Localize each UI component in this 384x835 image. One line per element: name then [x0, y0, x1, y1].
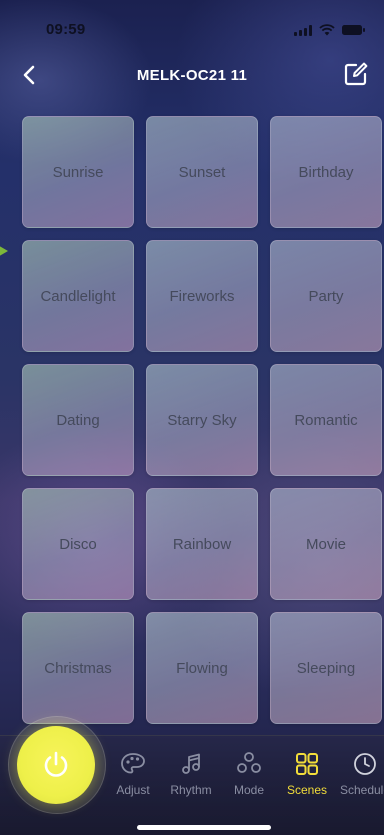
- scene-tile-movie[interactable]: Movie: [270, 488, 382, 600]
- tab-scenes[interactable]: Scenes: [278, 750, 336, 797]
- pointer-arrow-marker: [0, 244, 8, 258]
- scenes-screen: 09:59 MELK-OC21 11 Sunrise Sunset Birthd…: [0, 0, 384, 835]
- power-button[interactable]: [17, 726, 95, 804]
- status-bar: 09:59: [0, 0, 384, 44]
- tab-label: Adjust: [116, 783, 150, 797]
- scene-label: Romantic: [294, 411, 358, 429]
- nav-bar: MELK-OC21 11: [0, 58, 384, 92]
- palette-icon: [121, 753, 145, 774]
- scene-label: Movie: [305, 535, 346, 553]
- scene-tile-dating[interactable]: Dating: [22, 364, 134, 476]
- scene-tile-christmas[interactable]: Christmas: [22, 612, 134, 724]
- scene-label: Flowing: [176, 659, 228, 677]
- scene-tile-romantic[interactable]: Romantic: [270, 364, 382, 476]
- scene-label: Birthday: [298, 163, 354, 181]
- scene-tile-candlelight[interactable]: Candlelight: [22, 240, 134, 352]
- scene-label: Sunset: [178, 163, 226, 181]
- tab-label: Rhythm: [170, 783, 212, 797]
- power-icon: [44, 751, 68, 777]
- status-time: 09:59: [46, 21, 86, 38]
- scene-label: Rainbow: [172, 535, 232, 553]
- page-title: MELK-OC21 11: [136, 67, 248, 84]
- scene-label: Sleeping: [296, 659, 356, 677]
- scene-tile-fireworks[interactable]: Fireworks: [146, 240, 258, 352]
- edit-button[interactable]: [342, 60, 370, 88]
- scene-tile-starry-sky[interactable]: Starry Sky: [146, 364, 258, 476]
- scene-tile-sleeping[interactable]: Sleeping: [270, 612, 382, 724]
- scene-label: Dating: [56, 411, 100, 429]
- tab-label: Scenes: [286, 783, 328, 797]
- scene-label: Disco: [59, 535, 97, 553]
- mode-circles-icon: [237, 752, 261, 773]
- music-notes-icon: [182, 753, 200, 774]
- scene-tile-disco[interactable]: Disco: [22, 488, 134, 600]
- wifi-icon: [319, 24, 335, 36]
- scenes-grid: Sunrise Sunset Birthday Candlelight Fire…: [22, 116, 382, 724]
- tab-label: Mode: [233, 783, 265, 797]
- tab-mode[interactable]: Mode: [220, 750, 278, 797]
- tab-list: Adjust Rhythm Mode Scenes Schedul: [104, 750, 384, 797]
- status-icons: [294, 24, 365, 36]
- tab-adjust[interactable]: Adjust: [104, 750, 162, 797]
- scene-label: Christmas: [44, 659, 112, 677]
- scene-label: Candlelight: [40, 287, 116, 305]
- scene-label: Fireworks: [169, 287, 235, 305]
- scene-label: Party: [308, 287, 344, 305]
- scene-tile-party[interactable]: Party: [270, 240, 382, 352]
- scene-tile-sunset[interactable]: Sunset: [146, 116, 258, 228]
- edit-icon: [344, 62, 368, 86]
- scene-label: Starry Sky: [167, 411, 237, 429]
- tab-schedule[interactable]: Schedule: [336, 750, 384, 797]
- cellular-signal-icon: [294, 24, 312, 36]
- tab-label: Schedule: [339, 783, 384, 797]
- scene-tile-rainbow[interactable]: Rainbow: [146, 488, 258, 600]
- scene-tile-sunrise[interactable]: Sunrise: [22, 116, 134, 228]
- clock-icon: [354, 753, 376, 775]
- grid-icon: [296, 753, 318, 775]
- tab-rhythm[interactable]: Rhythm: [162, 750, 220, 797]
- home-indicator: [137, 825, 271, 830]
- scene-tile-flowing[interactable]: Flowing: [146, 612, 258, 724]
- scene-label: Sunrise: [52, 163, 104, 181]
- scene-tile-birthday[interactable]: Birthday: [270, 116, 382, 228]
- battery-icon: [342, 25, 365, 35]
